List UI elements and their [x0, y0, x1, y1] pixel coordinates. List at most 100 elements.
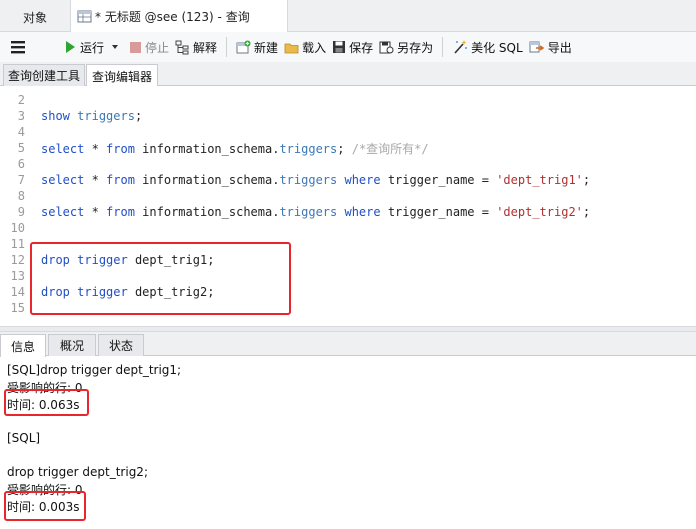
chevron-down-icon[interactable] — [110, 42, 120, 52]
keyword: drop — [41, 285, 70, 299]
message-line: drop trigger dept_trig2; — [7, 465, 148, 479]
message-line: 时间: 0.003s — [7, 500, 80, 514]
identifier: dept_trig2; — [127, 285, 215, 299]
message-line: [SQL] — [7, 431, 41, 445]
line-number: 11 — [10, 237, 25, 251]
schema-name: information_schema. — [134, 141, 280, 156]
message-line: 受影响的行: 0 — [7, 381, 83, 395]
line-number: 10 — [10, 221, 25, 235]
message-line: 时间: 0.063s — [7, 398, 80, 412]
code-line: 3 show triggers; — [0, 108, 696, 124]
stop-label: 停止 — [145, 40, 170, 55]
punctuation: ; — [337, 141, 345, 156]
identifier: triggers — [77, 109, 135, 123]
export-button[interactable]: 导出 — [526, 35, 575, 59]
code-line: 14 drop trigger dept_trig2; — [0, 284, 696, 300]
message-line: 受影响的行: 0 — [7, 483, 83, 497]
export-label: 导出 — [547, 40, 572, 55]
code-line: 6 — [0, 156, 696, 172]
tab-status[interactable]: 状态 — [98, 334, 144, 356]
new-label: 新建 — [254, 40, 279, 55]
explain-icon — [175, 40, 189, 54]
keyword: select — [41, 205, 85, 219]
keyword: where — [344, 205, 381, 219]
line-number: 7 — [17, 173, 25, 187]
code-line: 12 drop trigger dept_trig1; — [0, 252, 696, 268]
line-number: 12 — [10, 253, 25, 267]
code-line: 7 select * from information_schema.trigg… — [0, 172, 696, 188]
line-number: 13 — [10, 269, 25, 283]
export-icon — [529, 41, 545, 53]
magic-wand-icon — [454, 40, 468, 54]
schema-name: information_schema. — [134, 173, 280, 187]
keyword: trigger — [77, 285, 128, 299]
keyword: drop — [41, 253, 70, 267]
string-literal: 'dept_trig1' — [496, 173, 583, 187]
line-number: 14 — [10, 285, 25, 299]
line-number: 6 — [17, 157, 25, 171]
menu-icon[interactable] — [10, 39, 26, 55]
save-as-button[interactable]: 另存为 — [376, 35, 436, 59]
code-line: 9 select * from information_schema.trigg… — [0, 204, 696, 220]
explain-label: 解释 — [193, 40, 218, 55]
line-number: 3 — [17, 109, 25, 123]
editor-mode-tabs: 查询创建工具 查询编辑器 — [0, 62, 696, 87]
toolbar-divider — [226, 37, 228, 57]
tab-query-editor[interactable]: 查询编辑器 — [86, 64, 158, 87]
schema-name: information_schema. — [134, 205, 280, 219]
punctuation: ; — [582, 173, 591, 187]
code-line: 4 — [0, 124, 696, 140]
keyword: trigger — [77, 253, 128, 267]
run-button[interactable]: 运行 — [60, 35, 126, 59]
code-line: 13 — [0, 268, 696, 284]
tab-profile[interactable]: 概况 — [48, 334, 96, 356]
keyword: from — [106, 141, 135, 156]
new-button[interactable]: 新建 — [233, 35, 281, 59]
sql-editor[interactable]: 2 3 show triggers; 4 5 select * from inf… — [0, 86, 696, 326]
message-panel[interactable]: [SQL]drop trigger dept_trig1; 受影响的行: 0 时… — [0, 357, 696, 529]
punctuation: ; — [134, 109, 143, 123]
toolbar-divider — [442, 37, 444, 57]
keyword: select — [41, 173, 85, 187]
beautify-sql-button[interactable]: 美化 SQL — [449, 35, 526, 59]
result-tabs: 信息 概况 状态 — [0, 332, 696, 357]
operator: * — [84, 173, 107, 187]
tab-query[interactable]: * 无标题 @see (123) - 查询 — [70, 0, 288, 32]
tab-message[interactable]: 信息 — [0, 334, 46, 357]
message-line: [SQL]drop trigger dept_trig1; — [7, 363, 182, 377]
code-line: 10 — [0, 220, 696, 236]
load-button[interactable]: 载入 — [281, 35, 329, 59]
string-literal: 'dept_trig2' — [496, 205, 583, 219]
line-number: 9 — [17, 205, 25, 219]
identifier: dept_trig1; — [127, 253, 215, 267]
line-number: 5 — [17, 141, 25, 155]
code-line: 5 select * from information_schema.trigg… — [0, 140, 696, 156]
code-line: 15 — [0, 300, 696, 316]
explain-button[interactable]: 解释 — [172, 35, 220, 59]
tab-objects[interactable]: 对象 — [0, 2, 70, 32]
stop-button[interactable]: 停止 — [126, 35, 172, 59]
line-number: 4 — [17, 125, 25, 139]
operator: * — [84, 205, 107, 219]
keyword: from — [106, 173, 135, 187]
run-icon — [66, 41, 75, 53]
line-number: 15 — [10, 301, 25, 315]
query-toolbar: 运行 停止 解释 新建 载入 保存 另存为 美化 SQL 导出 — [0, 32, 696, 62]
identifier: triggers — [279, 141, 338, 156]
identifier: triggers — [279, 205, 338, 219]
beautify-sql-label: 美化 SQL — [471, 40, 523, 55]
condition: trigger_name = — [380, 205, 497, 219]
save-label: 保存 — [349, 40, 374, 55]
punctuation: ; — [582, 205, 591, 219]
run-label: 运行 — [80, 40, 105, 55]
save-as-icon — [379, 41, 394, 53]
line-number: 2 — [17, 93, 25, 107]
tab-query-label: * 无标题 @see (123) - 查询 — [95, 9, 250, 24]
line-number: 8 — [17, 189, 25, 203]
comment: /*查询所有*/ — [351, 141, 429, 156]
keyword: show — [41, 109, 70, 123]
save-button[interactable]: 保存 — [329, 35, 376, 59]
keyword: where — [344, 173, 381, 187]
keyword: select — [41, 141, 85, 156]
tab-query-builder[interactable]: 查询创建工具 — [3, 64, 85, 86]
